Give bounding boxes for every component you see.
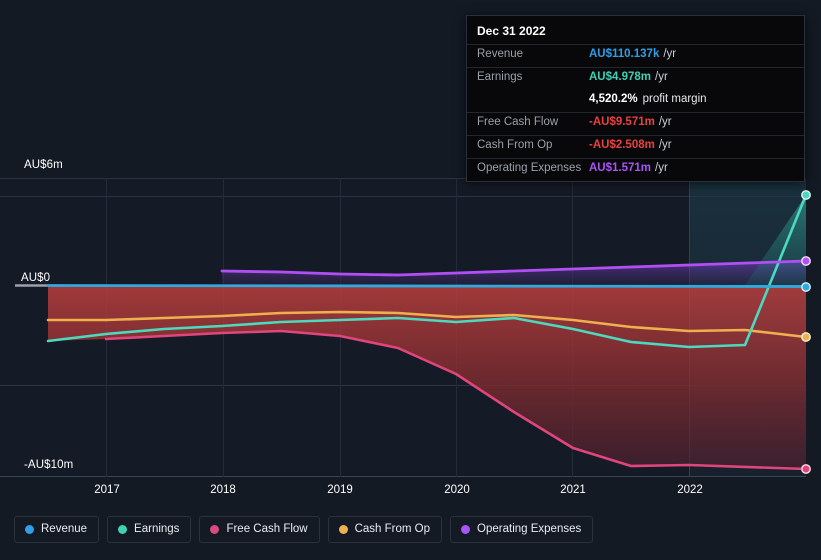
- chart-legend: Revenue Earnings Free Cash Flow Cash Fro…: [14, 516, 594, 543]
- tooltip-sublabel-profit-margin: profit margin: [642, 93, 707, 105]
- legend-item-free-cash-flow[interactable]: Free Cash Flow: [199, 516, 320, 543]
- tooltip-unit-revenue: /yr: [663, 48, 677, 60]
- y-axis-label-top: AU$6m: [24, 159, 63, 171]
- series-line-revenue: [46, 284, 808, 288]
- y-axis-label-bottom: -AU$10m: [24, 459, 74, 471]
- legend-item-cash-from-op[interactable]: Cash From Op: [327, 516, 443, 543]
- tooltip-unit-cash-from-op: /yr: [658, 139, 672, 151]
- tooltip-label-free-cash-flow: Free Cash Flow: [477, 116, 559, 128]
- tooltip-row-revenue: Revenue AU$110.137k /yr: [467, 44, 804, 67]
- tooltip-unit-operating-expenses: /yr: [655, 162, 668, 174]
- tooltip-unit-free-cash-flow: /yr: [658, 116, 672, 128]
- x-axis-tick-2019: 2019: [327, 484, 353, 496]
- x-axis-tick-2022: 2022: [677, 484, 703, 496]
- tooltip-value-profit-margin: 4,520.2%: [589, 93, 638, 105]
- tooltip-value-free-cash-flow: -AU$9.571m: [589, 116, 655, 128]
- legend-label-cash-from-op: Cash From Op: [354, 522, 431, 535]
- tooltip-row-cash-from-op: Cash From Op -AU$2.508m /yr: [467, 135, 804, 158]
- tooltip-value-cash-from-op: -AU$2.508m: [589, 139, 655, 151]
- x-axis-tick-2018: 2018: [210, 484, 236, 496]
- tooltip-value-earnings: AU$4.978m: [589, 71, 652, 83]
- tooltip-value-revenue: AU$110.137k: [589, 48, 660, 60]
- tooltip-value-operating-expenses: AU$1.571m: [589, 162, 652, 174]
- legend-item-operating-expenses[interactable]: Operating Expenses: [450, 516, 594, 543]
- legend-item-earnings[interactable]: Earnings: [107, 516, 192, 543]
- x-axis-tick-2020: 2020: [444, 484, 470, 496]
- legend-dot-operating-expenses: [461, 525, 471, 534]
- tooltip-date: Dec 31 2022: [477, 24, 546, 38]
- legend-dot-revenue: [25, 525, 34, 534]
- tooltip-row-operating-expenses: Operating Expenses AU$1.571m /yr: [467, 158, 804, 181]
- financial-chart-page: AU$6m AU$0 -AU$10m 2017 2018 2019 2020 2…: [0, 0, 821, 560]
- x-axis-tick-2021: 2021: [560, 484, 586, 496]
- y-axis-label-zero: AU$0: [21, 272, 51, 284]
- endpoint-operating-expenses: [801, 256, 811, 266]
- x-axis-tick-2017: 2017: [94, 484, 120, 496]
- tooltip-row-profit-margin: 4,520.2% profit margin: [467, 90, 804, 112]
- legend-label-earnings: Earnings: [134, 522, 180, 535]
- endpoint-earnings: [801, 190, 811, 200]
- tooltip-row-earnings: Earnings AU$4.978m /yr: [467, 67, 804, 90]
- legend-label-operating-expenses: Operating Expenses: [477, 522, 582, 535]
- endpoint-revenue: [801, 282, 811, 292]
- tooltip-label-earnings: Earnings: [477, 71, 523, 83]
- legend-item-revenue[interactable]: Revenue: [14, 516, 100, 543]
- tooltip-label-cash-from-op: Cash From Op: [477, 139, 553, 151]
- legend-label-revenue: Revenue: [41, 522, 88, 535]
- chart-tooltip: Dec 31 2022 Revenue AU$110.137k /yr Earn…: [466, 15, 805, 182]
- tooltip-row-free-cash-flow: Free Cash Flow -AU$9.571m /yr: [467, 112, 804, 135]
- endpoint-free-cash-flow: [801, 464, 811, 474]
- legend-dot-earnings: [118, 525, 128, 534]
- tooltip-label-operating-expenses: Operating Expenses: [477, 162, 582, 174]
- legend-dot-cash-from-op: [338, 525, 348, 534]
- legend-dot-free-cash-flow: [210, 525, 220, 534]
- legend-label-free-cash-flow: Free Cash Flow: [226, 522, 308, 535]
- tooltip-unit-earnings: /yr: [655, 71, 668, 83]
- tooltip-label-revenue: Revenue: [477, 48, 524, 60]
- endpoint-cash-from-op: [801, 332, 811, 342]
